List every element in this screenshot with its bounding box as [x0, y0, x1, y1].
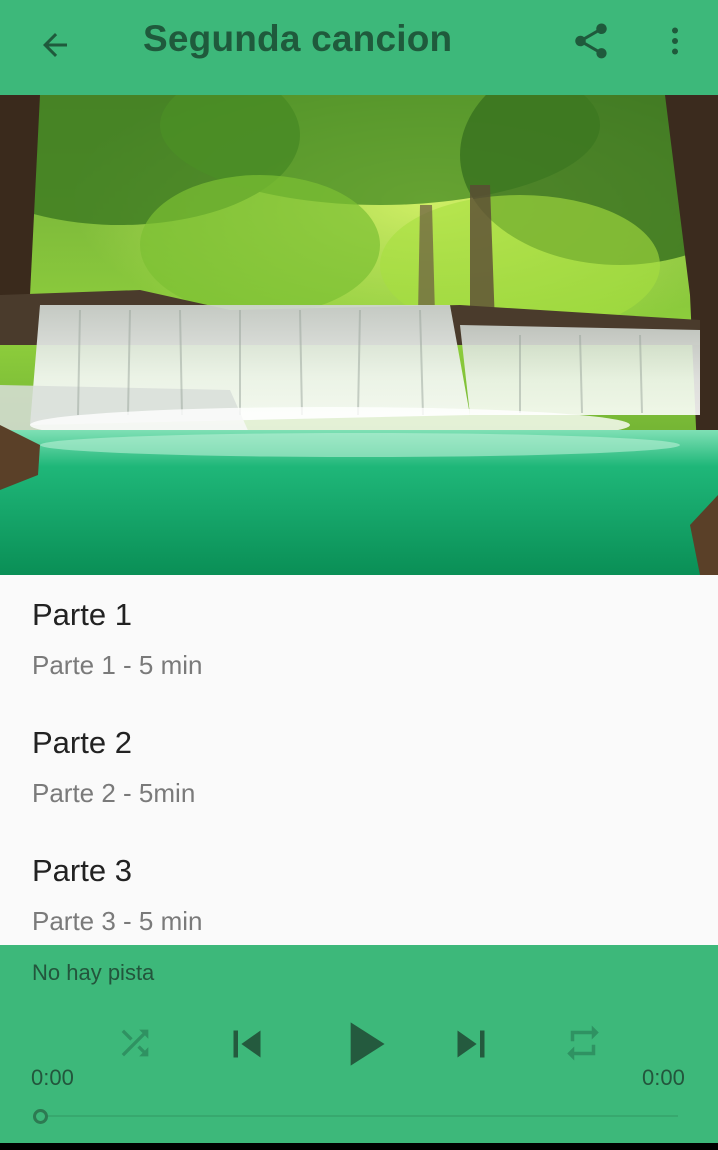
- list-item[interactable]: Parte 1 Parte 1 - 5 min: [0, 575, 718, 703]
- page-title: Segunda cancion: [143, 18, 453, 59]
- cover-image: [0, 95, 718, 575]
- play-icon: [350, 1022, 385, 1066]
- more-options-button[interactable]: [655, 16, 695, 66]
- track-subtitle: Parte 3 - 5 min: [32, 906, 203, 936]
- track-title: Parte 1: [32, 597, 132, 632]
- media-player: No hay pista 0:00 0:00: [0, 945, 718, 1143]
- app-bar: Segunda cancion: [0, 0, 718, 95]
- list-item[interactable]: Parte 2 Parte 2 - 5min: [0, 703, 718, 831]
- elapsed-time: 0:00: [31, 1065, 74, 1090]
- share-button[interactable]: [566, 16, 616, 66]
- back-button[interactable]: [30, 20, 80, 70]
- seek-thumb[interactable]: [33, 1109, 48, 1124]
- repeat-button[interactable]: [560, 1020, 606, 1066]
- seek-bar[interactable]: [48, 1115, 678, 1117]
- track-title: Parte 3: [32, 853, 132, 888]
- next-button[interactable]: [444, 1017, 498, 1071]
- now-playing-label: No hay pista: [32, 960, 155, 985]
- shuffle-icon: [121, 1029, 149, 1057]
- skip-next-icon: [457, 1030, 485, 1058]
- system-nav-bar: [0, 1143, 718, 1150]
- track-list: Parte 1 Parte 1 - 5 min Parte 2 Parte 2 …: [0, 575, 718, 945]
- play-button[interactable]: [326, 1007, 400, 1081]
- track-subtitle: Parte 1 - 5 min: [32, 650, 203, 680]
- shuffle-button[interactable]: [112, 1020, 158, 1066]
- arrow-left-icon: [43, 33, 67, 57]
- waterfall-image: [0, 95, 718, 575]
- more-vertical-icon: [672, 27, 678, 55]
- track-title: Parte 2: [32, 725, 132, 760]
- track-subtitle: Parte 2 - 5min: [32, 778, 196, 808]
- share-icon: [575, 23, 607, 59]
- skip-previous-icon: [233, 1030, 261, 1058]
- total-duration: 0:00: [642, 1065, 685, 1090]
- repeat-icon: [567, 1025, 599, 1061]
- list-item[interactable]: Parte 3 Parte 3 - 5 min: [0, 831, 718, 945]
- previous-button[interactable]: [220, 1017, 274, 1071]
